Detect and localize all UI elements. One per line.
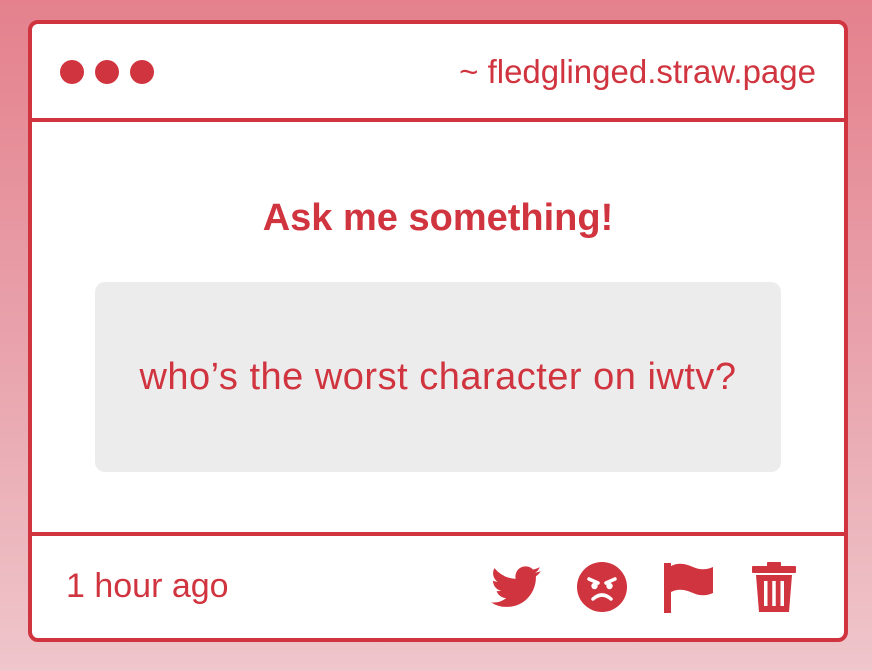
- report-flag-button[interactable]: [662, 561, 714, 613]
- react-angry-button[interactable]: [576, 561, 628, 613]
- window-dot-3[interactable]: [130, 60, 154, 84]
- ask-card-window: ~ fledglinged.straw.page Ask me somethin…: [28, 20, 848, 642]
- window-titlebar: ~ fledglinged.straw.page: [32, 24, 844, 122]
- ask-content: Ask me something! who’s the worst charac…: [32, 122, 844, 532]
- share-twitter-button[interactable]: [490, 561, 542, 613]
- angry-face-icon: [577, 562, 627, 612]
- question-box: who’s the worst character on iwtv?: [95, 282, 781, 472]
- card-footer: 1 hour ago: [32, 532, 844, 638]
- window-dot-2[interactable]: [95, 60, 119, 84]
- flag-icon: [664, 563, 713, 613]
- question-text: who’s the worst character on iwtv?: [139, 356, 737, 398]
- window-dot-1[interactable]: [60, 60, 84, 84]
- delete-button[interactable]: [748, 561, 800, 613]
- page-url[interactable]: ~ fledglinged.straw.page: [459, 50, 816, 94]
- page-title: Ask me something!: [262, 197, 614, 239]
- trash-icon: [752, 562, 796, 612]
- window-controls: [60, 60, 154, 84]
- twitter-icon: [491, 566, 541, 607]
- action-bar: [490, 561, 800, 613]
- timestamp: 1 hour ago: [66, 567, 229, 605]
